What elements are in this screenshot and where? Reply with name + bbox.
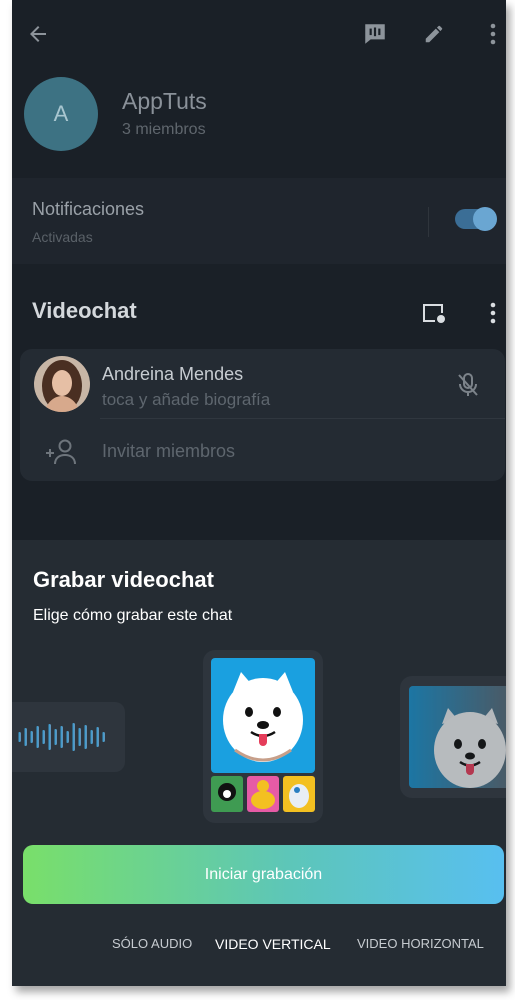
- sheet-title: Grabar videochat: [33, 567, 214, 592]
- member-count: 3 miembros: [122, 121, 206, 138]
- more-vertical-icon: [490, 302, 496, 324]
- edit-button[interactable]: [416, 16, 452, 52]
- toggle-knob: [473, 207, 497, 231]
- sheet-subtitle: Elige cómo grabar este chat: [33, 607, 233, 624]
- mic-off-icon: [458, 373, 478, 396]
- back-button[interactable]: [20, 16, 56, 52]
- notifications-status: Activadas: [32, 229, 93, 245]
- group-avatar[interactable]: A: [24, 77, 98, 151]
- record-sheet: Grabar videochat Elige cómo grabar este …: [12, 540, 506, 986]
- voice-chat-icon: [365, 24, 385, 44]
- videochat-more-button[interactable]: [475, 295, 506, 331]
- more-button[interactable]: [475, 16, 506, 52]
- divider: [100, 418, 505, 419]
- audio-only-preview[interactable]: [12, 702, 125, 772]
- mode-vertical-video[interactable]: VIDEO VERTICAL: [215, 936, 331, 952]
- divider: [428, 207, 429, 237]
- group-name: AppTuts: [122, 88, 207, 114]
- dog-video-icon: [211, 658, 315, 812]
- vertical-video-preview[interactable]: [203, 650, 323, 823]
- mode-horizontal-video[interactable]: VIDEO HORIZONTAL: [357, 936, 484, 951]
- top-bar: [12, 0, 506, 70]
- invite-members[interactable]: Invitar miembros: [102, 441, 235, 462]
- notifications-toggle[interactable]: [455, 207, 497, 231]
- mute-button[interactable]: [450, 367, 486, 403]
- start-recording-button[interactable]: Iniciar grabación: [23, 845, 504, 904]
- screen-share-button[interactable]: [416, 295, 452, 331]
- participant-bio[interactable]: toca y añade biografía: [102, 390, 270, 410]
- arrow-left-icon: [30, 26, 46, 42]
- participants-card: Andreina Mendes toca y añade biografía I…: [20, 349, 505, 481]
- mode-audio-only[interactable]: SÓLO AUDIO: [112, 936, 192, 951]
- notifications-title: Notificaciones: [32, 199, 145, 219]
- notifications-row[interactable]: Notificaciones Activadas: [12, 178, 506, 264]
- screen-share-icon: [423, 304, 445, 323]
- horizontal-video-preview[interactable]: [400, 676, 506, 798]
- dog-video-icon: [409, 686, 506, 788]
- participant-name[interactable]: Andreina Mendes: [102, 364, 243, 385]
- participant-avatar[interactable]: [34, 356, 90, 412]
- pencil-icon: [425, 25, 443, 43]
- videochat-title: Videochat: [32, 298, 137, 323]
- add-user-icon: [46, 439, 76, 465]
- waveform-icon: [18, 723, 105, 751]
- voice-chat-button[interactable]: [357, 16, 393, 52]
- invite-icon-wrap[interactable]: [44, 434, 80, 470]
- phone-screen: A AppTuts 3 miembros Notificaciones Acti…: [12, 0, 506, 986]
- more-vertical-icon: [490, 23, 496, 45]
